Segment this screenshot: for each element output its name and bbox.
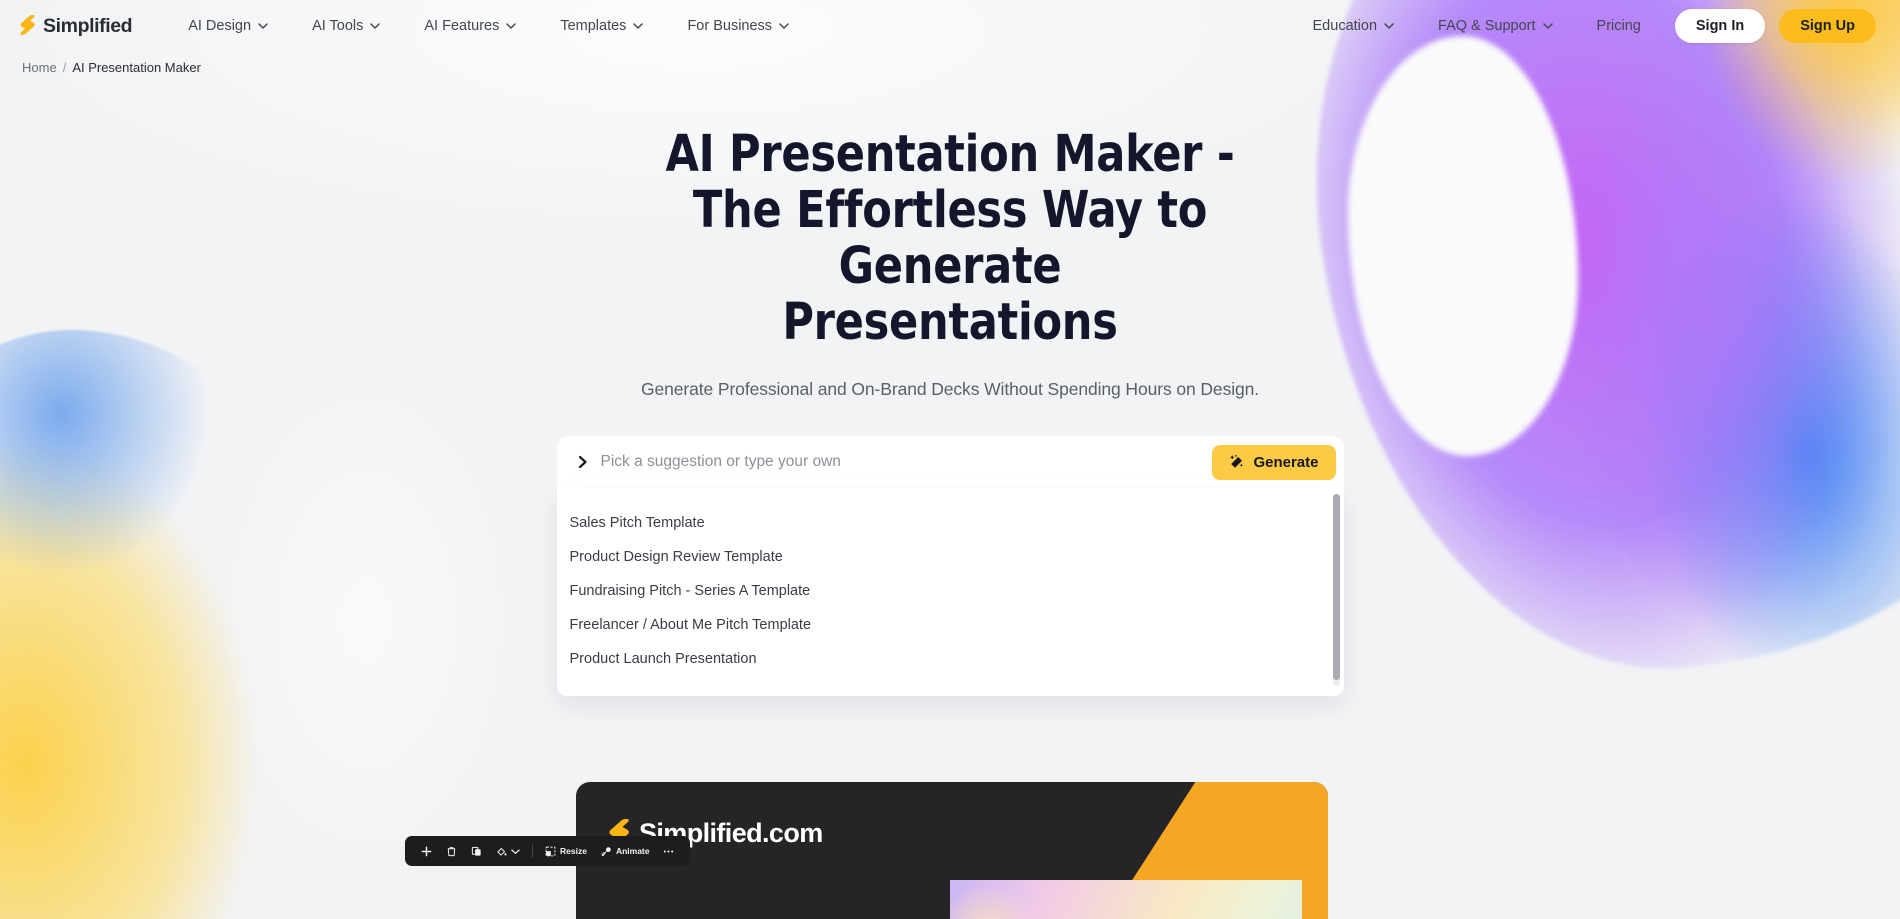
generate-button-label: Generate: [1253, 453, 1319, 471]
breadcrumb-home[interactable]: Home: [22, 60, 57, 75]
resize-icon: [545, 846, 556, 856]
nav-item-pricing[interactable]: Pricing: [1575, 12, 1663, 40]
demo-editor-toolbar: Resize Animate: [405, 836, 691, 866]
top-navigation-bar: Simplified AI Design AI Tools AI Feature…: [0, 0, 1900, 52]
chevron-down-icon: [1384, 23, 1394, 29]
toolbar-animate-label: Animate: [615, 846, 650, 856]
brand-logo[interactable]: Simplified: [18, 14, 133, 38]
suggestions-dropdown: Sales Pitch Template Product Design Revi…: [556, 488, 1344, 696]
sign-in-button[interactable]: Sign In: [1674, 9, 1766, 43]
nav-item-label: AI Tools: [312, 18, 364, 34]
toolbar-divider: [532, 844, 533, 858]
suggestions-scrollbar[interactable]: [1332, 494, 1340, 686]
magic-wand-icon: [1230, 454, 1244, 468]
generate-button[interactable]: Generate: [1212, 444, 1336, 480]
trash-icon: [447, 846, 456, 856]
suggestion-item[interactable]: Product Design Review Template: [557, 540, 1344, 574]
suggestion-item[interactable]: Sales Pitch Template: [557, 506, 1344, 540]
plus-icon: [421, 846, 432, 856]
suggestion-item[interactable]: Fundraising Pitch - Series A Template: [557, 574, 1344, 608]
brand-name: Simplified: [43, 14, 133, 37]
nav-item-for-business[interactable]: For Business: [665, 12, 811, 40]
suggestions-scrollbar-thumb[interactable]: [1332, 494, 1340, 681]
chevron-right-icon: [578, 455, 587, 469]
prompt-search-bar: Generate: [556, 436, 1344, 488]
nav-item-templates[interactable]: Templates: [538, 12, 665, 40]
nav-item-ai-features[interactable]: AI Features: [402, 12, 538, 40]
nav-item-label: AI Design: [188, 18, 252, 34]
simplified-bolt-logo-icon: [20, 15, 35, 36]
nav-item-label: Pricing: [1596, 18, 1641, 34]
suggestion-item[interactable]: Freelancer / About Me Pitch Template: [557, 608, 1344, 642]
toolbar-color-button[interactable]: [489, 836, 527, 866]
chevron-down-icon: [779, 23, 789, 29]
chevron-down-icon: [511, 849, 520, 854]
more-horizontal-icon: [664, 849, 674, 853]
toolbar-add-button[interactable]: [414, 836, 439, 866]
nav-item-ai-design[interactable]: AI Design: [166, 12, 290, 40]
toolbar-resize-label: Resize: [560, 846, 587, 856]
toolbar-delete-button[interactable]: [439, 836, 464, 866]
nav-item-education[interactable]: Education: [1291, 12, 1417, 40]
page-subtitle: Generate Professional and On-Brand Decks…: [640, 379, 1260, 399]
nav-item-label: For Business: [687, 18, 773, 34]
nav-item-label: FAQ & Support: [1438, 18, 1536, 34]
chevron-down-icon: [633, 23, 644, 29]
toolbar-animate-button[interactable]: Animate: [594, 836, 657, 866]
nav-item-label: Education: [1312, 18, 1378, 34]
page-title-line-3: Presentations: [782, 293, 1118, 352]
page-title: AI Presentation Maker - The Effortless W…: [612, 127, 1289, 351]
nav-item-ai-tools[interactable]: AI Tools: [290, 12, 402, 40]
sign-up-button[interactable]: Sign Up: [1779, 9, 1876, 43]
animate-icon: [601, 846, 611, 856]
chevron-down-icon: [506, 23, 517, 29]
paint-bucket-icon: [497, 847, 507, 856]
hero-section: AI Presentation Maker - The Effortless W…: [0, 75, 1900, 400]
nav-item-faq-support[interactable]: FAQ & Support: [1416, 12, 1575, 40]
toolbar-resize-button[interactable]: Resize: [538, 836, 594, 866]
breadcrumb: Home / AI Presentation Maker: [0, 52, 1900, 75]
nav-item-label: Templates: [560, 18, 627, 34]
breadcrumb-current: AI Presentation Maker: [72, 60, 201, 75]
secondary-nav-links: Education FAQ & Support Pricing Sign In …: [1291, 9, 1876, 43]
chevron-down-icon: [1542, 23, 1553, 29]
toolbar-more-button[interactable]: [656, 836, 681, 866]
chevron-down-icon: [370, 23, 381, 29]
page-title-line-1: AI Presentation Maker -: [665, 125, 1235, 184]
prompt-search-input[interactable]: [600, 436, 1213, 488]
nav-item-label: AI Features: [424, 18, 500, 34]
page-title-line-2: The Effortless Way to Generate: [692, 181, 1208, 296]
prompt-search-widget: Generate Sales Pitch Template Product De…: [556, 436, 1344, 696]
suggestion-item[interactable]: Product Launch Presentation: [557, 642, 1344, 676]
breadcrumb-separator: /: [62, 60, 67, 75]
gradient-blob-left: [0, 330, 310, 919]
toolbar-duplicate-button[interactable]: [464, 836, 489, 866]
duplicate-icon: [471, 846, 481, 856]
demo-canvas-preview: [950, 880, 1302, 919]
chevron-down-icon: [258, 23, 268, 29]
primary-nav-links: AI Design AI Tools AI Features Templates…: [166, 12, 811, 40]
